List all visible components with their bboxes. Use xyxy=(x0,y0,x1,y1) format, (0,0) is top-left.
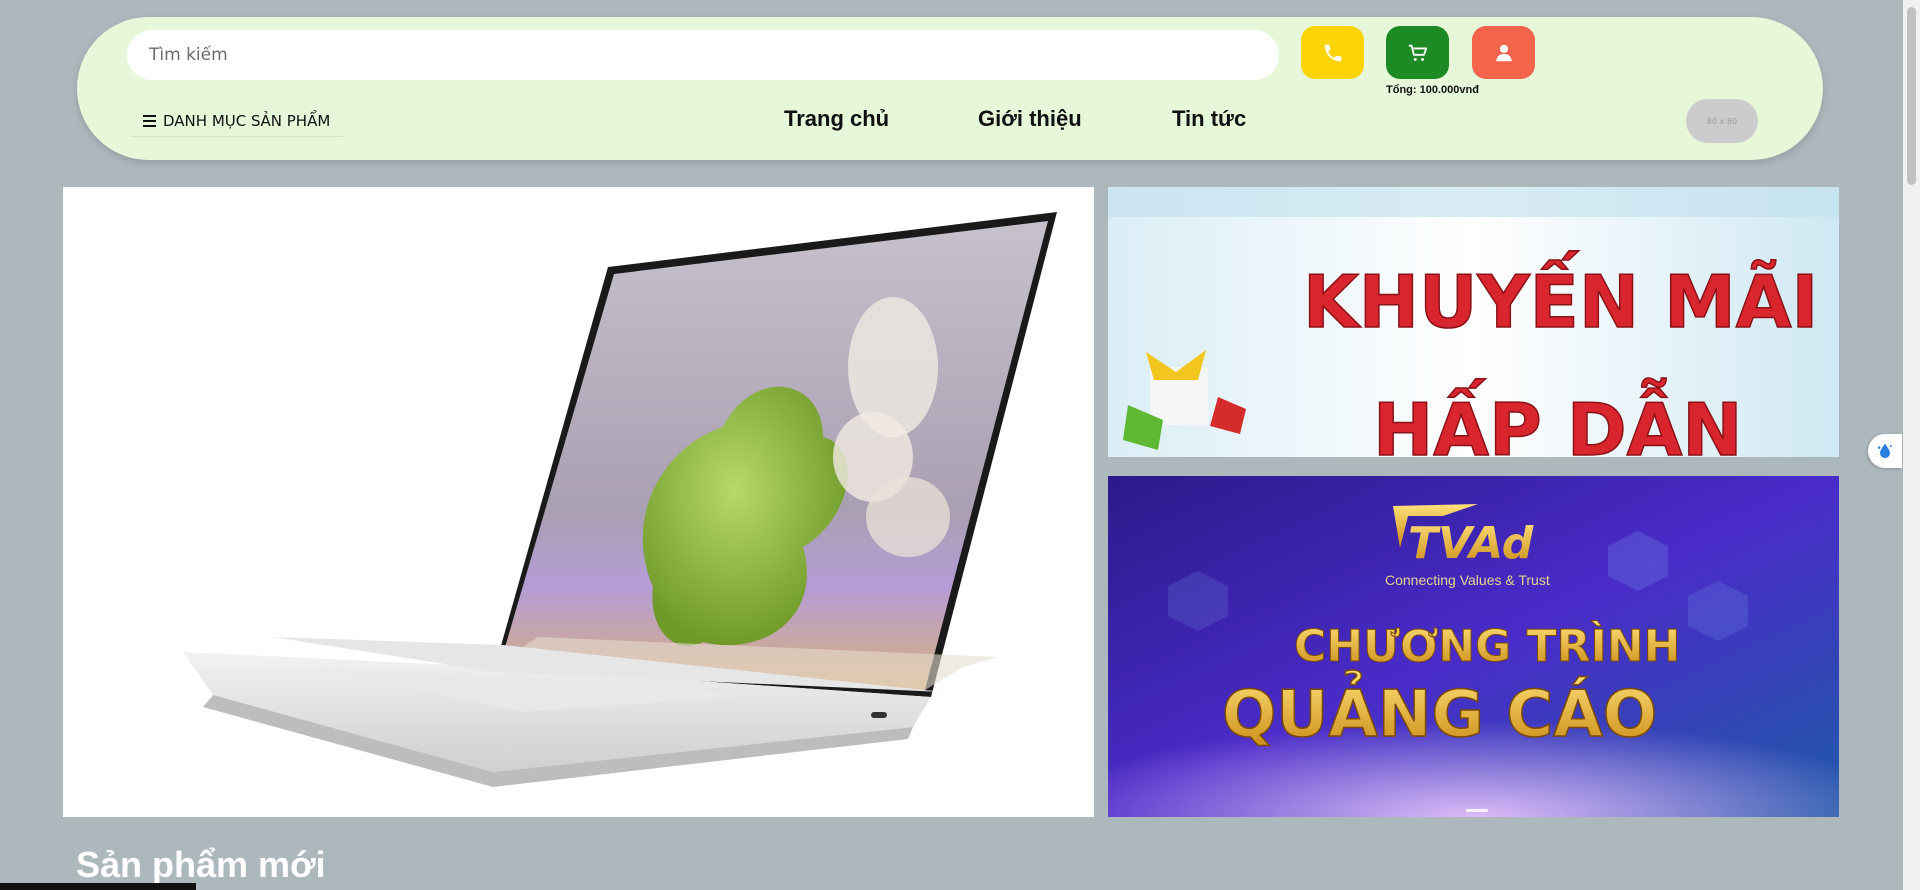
promo-line1: KHUYẾN MÃI xyxy=(1303,251,1818,344)
water-drop-icon xyxy=(1877,443,1892,459)
ads-banner-art: TVAd Connecting Values & Trust CHƯƠNG TR… xyxy=(1108,476,1839,817)
menu-icon xyxy=(143,115,156,127)
ads-brand: TVAd xyxy=(1408,518,1534,569)
promo-line2: HẤP DẪN xyxy=(1373,379,1743,457)
user-icon xyxy=(1495,44,1512,61)
nav-home[interactable]: Trang chủ xyxy=(784,106,889,132)
category-menu-label: DANH MỤC SẢN PHẨM xyxy=(163,112,331,130)
promo-banner-art: KHUYẾN MÃI HẤP DẪN xyxy=(1108,187,1839,457)
page-scrollbar[interactable] xyxy=(1903,0,1920,890)
avatar-placeholder[interactable]: 80 x 80 xyxy=(1686,99,1758,143)
phone-button[interactable] xyxy=(1301,26,1364,79)
ads-line1: CHƯƠNG TRÌNH xyxy=(1294,619,1680,672)
cart-total: Tổng: 100.000vnđ xyxy=(1386,84,1479,96)
site-header: Tổng: 100.000vnđ DANH MỤC SẢN PHẨM Trang… xyxy=(77,17,1823,160)
hero-laptop-image[interactable] xyxy=(63,187,1094,817)
nav-about[interactable]: Giới thiệu xyxy=(978,106,1082,132)
floating-widget-button[interactable] xyxy=(1868,434,1902,468)
cart-icon xyxy=(1408,44,1427,61)
ads-line2: QUẢNG CÁO xyxy=(1222,669,1657,752)
ads-tagline: Connecting Values & Trust xyxy=(1385,572,1550,588)
bottom-overlay-bar xyxy=(0,883,196,890)
promo-banner[interactable]: KHUYẾN MÃI HẤP DẪN xyxy=(1108,187,1839,457)
ads-banner[interactable]: TVAd Connecting Values & Trust CHƯƠNG TR… xyxy=(1108,476,1839,817)
category-menu-button[interactable]: DANH MỤC SẢN PHẨM xyxy=(130,106,344,137)
laptop-illustration xyxy=(183,212,1057,787)
scrollbar-thumb[interactable] xyxy=(1907,7,1916,185)
section-title-new-products: Sản phẩm mới xyxy=(76,844,326,885)
nav-news[interactable]: Tin tức xyxy=(1172,106,1246,132)
search-input[interactable] xyxy=(127,30,1279,80)
cart-button[interactable] xyxy=(1386,26,1449,79)
account-button[interactable] xyxy=(1472,26,1535,79)
phone-icon xyxy=(1324,44,1341,61)
